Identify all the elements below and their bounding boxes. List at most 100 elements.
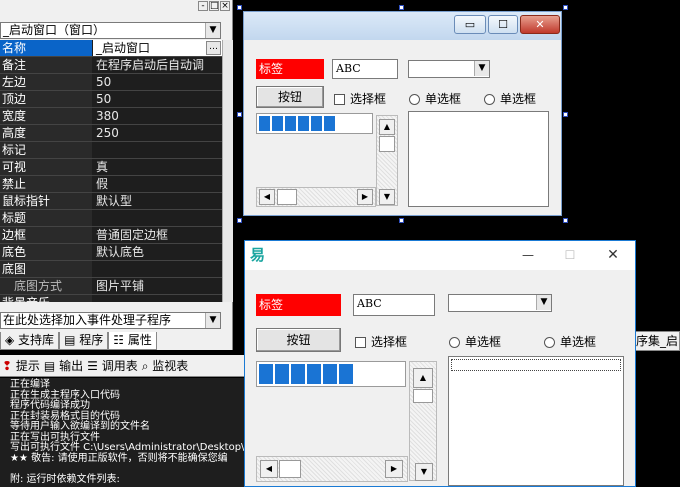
tab-properties[interactable]: ☷ 属性 <box>108 332 157 350</box>
property-row[interactable]: 备注 在程序启动后自动调 <box>0 57 222 74</box>
property-value[interactable]: 假 <box>93 176 222 192</box>
edit-box[interactable]: ABC <box>332 59 398 79</box>
maximize-button[interactable]: ☐ <box>488 15 518 34</box>
checkbox[interactable]: 选择框 <box>334 90 386 107</box>
resize-handle[interactable] <box>237 112 242 117</box>
radio-2[interactable]: 单选框 <box>544 333 596 350</box>
list-icon: ☰ <box>87 359 98 373</box>
scroll-down-arrow-icon[interactable]: ▼ <box>379 189 395 205</box>
radio-1[interactable]: 单选框 <box>449 333 501 350</box>
list-box[interactable] <box>448 356 624 486</box>
label-control[interactable]: 标签 <box>256 294 341 316</box>
property-value[interactable] <box>93 261 222 277</box>
scroll-left-arrow-icon[interactable]: ◀ <box>259 189 275 205</box>
radio-2[interactable]: 单选框 <box>484 90 536 107</box>
combo-box[interactable]: ▼ <box>448 294 552 312</box>
horizontal-scrollbar[interactable]: ◀ ▶ <box>256 187 376 207</box>
scroll-right-arrow-icon[interactable]: ▶ <box>385 460 403 478</box>
property-value[interactable]: 普通固定边框 <box>93 227 222 243</box>
resize-handle[interactable] <box>399 218 404 223</box>
hint-tab[interactable]: ❢ 提示 <box>2 357 40 374</box>
property-value[interactable] <box>93 295 222 302</box>
property-value[interactable] <box>93 210 222 226</box>
resize-handle[interactable] <box>237 5 242 10</box>
event-selector[interactable]: 在此处选择加入事件处理子程序 ▼ <box>0 312 221 329</box>
property-value[interactable]: 默认底色 <box>93 244 222 260</box>
property-row[interactable]: 边框 普通固定边框 <box>0 227 222 244</box>
tab-assembly[interactable]: 序集_启 <box>632 331 680 351</box>
property-row[interactable]: 禁止假 <box>0 176 222 193</box>
property-value[interactable]: 真 <box>93 159 222 175</box>
close-button[interactable]: ✕ <box>591 241 635 270</box>
property-row[interactable]: 鼠标指针 默认型 <box>0 193 222 210</box>
property-row[interactable]: 底色 默认底色 <box>0 244 222 261</box>
property-value[interactable] <box>93 142 222 158</box>
property-grid-scrollbar[interactable] <box>222 40 233 302</box>
ellipsis-button[interactable]: … <box>206 41 221 55</box>
scroll-up-arrow-icon[interactable]: ▲ <box>379 119 395 135</box>
chevron-down-icon[interactable]: ▼ <box>205 23 220 38</box>
resize-handle[interactable] <box>563 112 568 117</box>
chevron-down-icon[interactable]: ▼ <box>536 295 551 310</box>
resize-handle[interactable] <box>399 5 404 10</box>
object-selector[interactable]: _启动窗口（窗口） ▼ <box>0 22 221 39</box>
chevron-down-icon[interactable]: ▼ <box>205 313 220 328</box>
property-row[interactable]: 左边 50 <box>0 74 222 91</box>
progress-bar <box>256 361 406 387</box>
checkbox[interactable]: 选择框 <box>355 333 407 350</box>
horizontal-scrollbar[interactable]: ◀ ▶ <box>256 456 408 482</box>
maximize-button[interactable]: ☐ <box>549 241 591 270</box>
resize-handle[interactable] <box>237 218 242 223</box>
property-row[interactable]: 顶边 50 <box>0 91 222 108</box>
minimize-button[interactable]: — <box>507 241 549 270</box>
panel-restore-button[interactable]: □ <box>209 1 219 11</box>
scroll-left-arrow-icon[interactable]: ◀ <box>260 460 278 478</box>
push-button[interactable]: 按钮 <box>256 86 324 108</box>
vertical-scrollbar[interactable]: ▲ ▼ <box>376 115 398 206</box>
watch-table-tab[interactable]: ⌕ 监视表 <box>142 357 189 374</box>
property-value[interactable]: 默认型 <box>93 193 222 209</box>
minimize-button[interactable]: ▭ <box>454 15 486 34</box>
label-control[interactable]: 标签 <box>256 59 324 79</box>
scroll-thumb[interactable] <box>277 189 297 205</box>
property-row[interactable]: 可视真 <box>0 159 222 176</box>
property-value[interactable]: 50 <box>93 74 222 90</box>
property-value[interactable]: 250 <box>93 125 222 141</box>
tab-support-library[interactable]: ◈ 支持库 <box>0 332 60 350</box>
chevron-down-icon[interactable]: ▼ <box>474 61 489 76</box>
panel-minimize-button[interactable]: - <box>198 1 208 11</box>
property-value[interactable]: 380 <box>93 108 222 124</box>
property-value[interactable]: _启动窗口 <box>93 40 222 56</box>
preview-window[interactable]: 易 — ☐ ✕ 标签 ABC ▼ 按钮 选择框 单选框 单选框 ▲ ◀ ▶ ▼ <box>244 240 636 487</box>
design-window[interactable]: ▭ ☐ ✕ 标签 ABC ▼ 按钮 选择框 单选框 单选框 ▲ ▼ ◀ ▶ <box>243 11 562 216</box>
push-button[interactable]: 按钮 <box>256 328 341 352</box>
scroll-right-arrow-icon[interactable]: ▶ <box>357 189 373 205</box>
property-row[interactable]: 高度 250 <box>0 125 222 142</box>
scroll-down-arrow-icon[interactable]: ▼ <box>415 463 433 481</box>
panel-close-button[interactable]: × <box>220 1 230 11</box>
property-row[interactable]: 背景音乐 <box>0 295 222 302</box>
output-tab[interactable]: ▤ 输出 <box>44 357 83 374</box>
tab-program[interactable]: ▤ 程序 <box>59 332 109 350</box>
scroll-thumb[interactable] <box>413 389 433 403</box>
property-row[interactable]: 标题 <box>0 210 222 227</box>
scroll-thumb[interactable] <box>279 460 301 478</box>
property-row[interactable]: 宽度 380 <box>0 108 222 125</box>
property-value[interactable]: 在程序启动后自动调 <box>93 57 222 73</box>
edit-box[interactable]: ABC <box>353 294 435 316</box>
combo-box[interactable]: ▼ <box>408 60 490 78</box>
call-table-tab[interactable]: ☰ 调用表 <box>87 357 138 374</box>
property-row[interactable]: 底图 <box>0 261 222 278</box>
property-row[interactable]: 名称 _启动窗口… <box>0 40 222 57</box>
property-value[interactable]: 50 <box>93 91 222 107</box>
list-box[interactable] <box>408 111 549 207</box>
property-row[interactable]: 底图方式 图片平铺 <box>0 278 222 295</box>
property-row[interactable]: 标记 <box>0 142 222 159</box>
close-button[interactable]: ✕ <box>520 15 560 34</box>
resize-handle[interactable] <box>563 5 568 10</box>
property-value[interactable]: 图片平铺 <box>93 278 222 294</box>
radio-1[interactable]: 单选框 <box>409 90 461 107</box>
resize-handle[interactable] <box>563 218 568 223</box>
scroll-thumb[interactable] <box>379 136 395 152</box>
scroll-up-arrow-icon[interactable]: ▲ <box>413 368 433 388</box>
